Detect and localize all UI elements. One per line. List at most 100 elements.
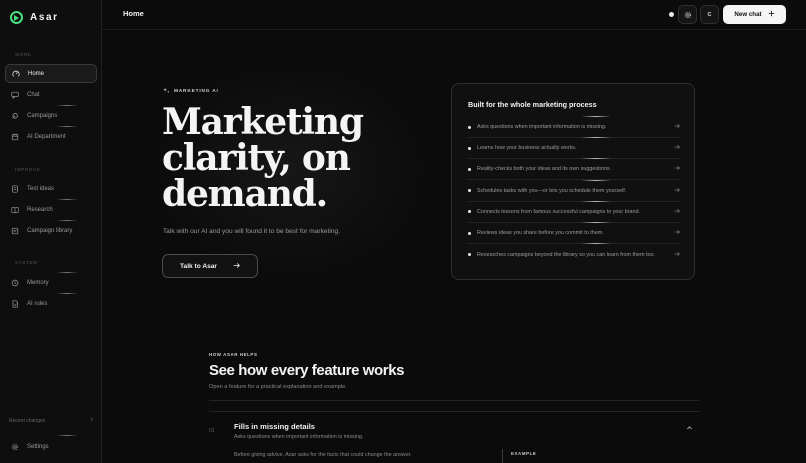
sidebar-item-label: Research — [27, 206, 53, 213]
sidebar-item-campaign-library[interactable]: Campaign library — [5, 221, 97, 240]
book-icon — [11, 206, 19, 214]
feature-title[interactable]: Fills in missing details — [234, 422, 315, 431]
calendar-icon — [11, 133, 19, 141]
feature-list-item-label: Researches campaigns beyond the library … — [477, 251, 655, 258]
arrow-right-icon — [674, 123, 680, 131]
how-title: See how every feature works — [209, 362, 405, 379]
sidebar-item-chat[interactable]: Chat — [5, 85, 97, 104]
feature-list-item[interactable]: Reviews ideas you share before you commi… — [468, 222, 680, 244]
sidebar-item-research[interactable]: Research — [5, 200, 97, 219]
bullet-icon — [468, 253, 471, 257]
hero-eyebrow-label: MARKETING AI — [174, 89, 219, 94]
sparkle-icon — [163, 87, 170, 96]
topbar: Home C New chat — [102, 0, 806, 30]
settings-label: Settings — [27, 443, 49, 450]
row-highlight — [581, 200, 611, 202]
chat-icon — [11, 91, 19, 99]
bullet-icon — [468, 210, 471, 214]
arrow-right-icon — [674, 229, 680, 237]
bullet-icon — [468, 189, 471, 193]
hero-eyebrow: MARKETING AI — [163, 87, 219, 96]
settings-button[interactable] — [678, 5, 697, 24]
arrow-right-icon — [674, 187, 680, 195]
how-description: Open a feature for a practical explanati… — [209, 384, 347, 390]
feature-body: Before giving advice, Asar asks for the … — [234, 452, 412, 458]
example-bar — [502, 449, 503, 463]
sidebar-item-ai-department[interactable]: AI Department — [5, 127, 97, 146]
home-icon — [12, 70, 20, 78]
feature-list-item-label: Connects lessons from famous successful … — [477, 208, 640, 215]
sidebar-item-memory[interactable]: Memory — [5, 273, 97, 292]
arrow-right-icon — [674, 144, 680, 152]
talk-to-asar-button[interactable]: Talk to Asar — [162, 254, 258, 278]
feature-list-item-label: Schedules tasks with you—or lets you sch… — [477, 187, 627, 194]
section-label-system: SYSTEM — [15, 260, 38, 265]
arrow-right-icon — [674, 165, 680, 173]
feature-list-item[interactable]: Reality-checks both your ideas and its o… — [468, 158, 680, 181]
hero-headline: Marketing clarity, on demand. — [162, 101, 364, 215]
sidebar-item-test-ideas[interactable]: Test ideas — [5, 179, 97, 198]
section-label-improve: IMPROVE — [15, 167, 41, 172]
sidebar-item-campaigns[interactable]: Campaigns — [5, 106, 97, 125]
feature-list-item[interactable]: Schedules tasks with you—or lets you sch… — [468, 179, 680, 202]
feature-card: Built for the whole marketing process As… — [451, 83, 695, 280]
nav-divider — [56, 435, 78, 436]
feature-list-item[interactable]: Researches campaigns beyond the library … — [468, 243, 680, 265]
sidebar-item-label: Home — [28, 70, 45, 77]
arrow-right-icon — [233, 262, 240, 271]
bullet-icon — [468, 146, 471, 150]
sidebar-item-home[interactable]: Home — [5, 64, 97, 83]
row-highlight — [581, 243, 611, 245]
sidebar-item-settings[interactable]: Settings — [5, 438, 97, 455]
gear-icon — [684, 6, 692, 24]
section-label-work: WORK — [15, 52, 32, 57]
feature-number: 01 — [209, 428, 215, 434]
hero-subtitle: Talk with our AI and you will found it t… — [163, 228, 341, 235]
status-indicator — [669, 12, 674, 17]
sidebar: Asar WORK Home Chat Campaigns AI Departm… — [0, 0, 102, 463]
arrow-right-icon — [674, 251, 680, 259]
feature-list-item[interactable]: Learns how your business actually works. — [468, 137, 680, 160]
sidebar-item-label: Memory — [27, 279, 49, 286]
new-chat-button[interactable]: New chat — [723, 5, 786, 24]
recent-changes-label: Recent changes — [9, 418, 46, 424]
avatar[interactable]: C — [700, 5, 719, 24]
bullet-icon — [468, 231, 471, 235]
recent-changes-count: 7 — [90, 418, 93, 424]
arrow-right-icon — [674, 208, 680, 216]
row-highlight — [581, 116, 611, 117]
bullet-icon — [468, 167, 471, 171]
sidebar-item-label: AI rules — [27, 300, 48, 307]
divider — [209, 411, 699, 412]
rules-icon — [11, 299, 19, 308]
bullet-icon — [468, 125, 471, 129]
library-icon — [11, 227, 19, 235]
feature-card-title: Built for the whole marketing process — [468, 100, 597, 109]
logo-icon — [10, 11, 23, 24]
feature-list-item-label: Learns how your business actually works. — [477, 145, 577, 152]
plus-icon — [768, 10, 775, 19]
sidebar-item-label: Campaign library — [27, 227, 73, 234]
feature-list-item[interactable]: Asks questions when important informatio… — [468, 116, 680, 138]
feature-list-item-label: Reality-checks both your ideas and its o… — [477, 166, 611, 173]
divider — [209, 400, 699, 401]
sidebar-item-ai-rules[interactable]: AI rules — [5, 294, 97, 313]
brand-name: Asar — [30, 12, 59, 23]
memory-icon — [11, 279, 19, 287]
feature-list-item-label: Asks questions when important informatio… — [477, 124, 607, 130]
talk-button-label: Talk to Asar — [179, 262, 217, 270]
new-chat-label: New chat — [734, 11, 762, 18]
example-label: EXAMPLE — [511, 451, 537, 456]
recent-changes[interactable]: Recent changes 7 — [9, 418, 93, 424]
page-title: Home — [123, 9, 144, 18]
row-highlight — [581, 158, 611, 160]
brand-logo[interactable]: Asar — [10, 11, 59, 24]
row-highlight — [581, 222, 611, 223]
row-highlight — [581, 179, 611, 181]
chevron-up-icon[interactable] — [686, 424, 693, 433]
feature-list-item[interactable]: Connects lessons from famous successful … — [468, 200, 680, 223]
sidebar-item-label: AI Department — [27, 133, 66, 140]
rocket-icon — [11, 112, 19, 120]
gear-icon — [11, 443, 19, 451]
sidebar-item-label: Chat — [27, 91, 40, 98]
